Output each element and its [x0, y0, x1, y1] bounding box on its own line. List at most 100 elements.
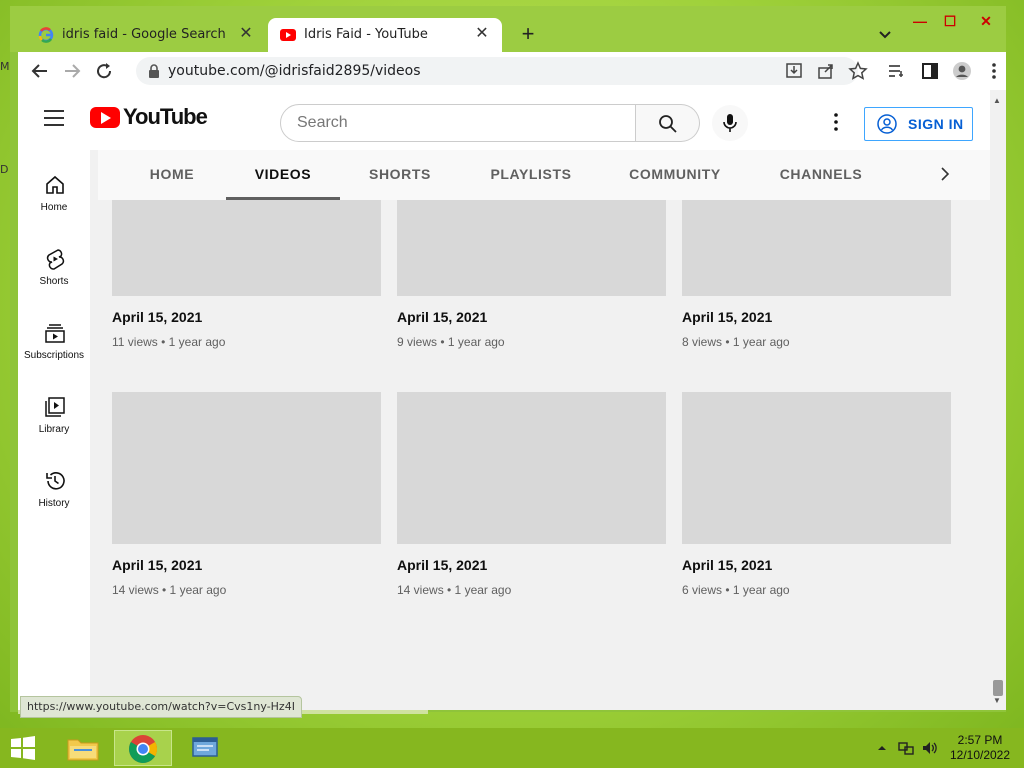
video-meta: 14 views • 1 year ago: [397, 583, 512, 597]
search-button[interactable]: [636, 104, 700, 142]
folder-icon: [67, 739, 99, 761]
tab-title: Idris Faid - YouTube: [304, 27, 428, 42]
video-thumbnail[interactable]: [112, 392, 381, 544]
video-card[interactable]: April 15, 2021 11 views • 1 year ago: [112, 200, 381, 390]
video-card[interactable]: April 15, 2021 14 views • 1 year ago: [112, 392, 381, 597]
scroll-up-arrow-icon[interactable]: ▲: [993, 96, 1001, 105]
video-card[interactable]: April 15, 2021 6 views • 1 year ago: [682, 392, 951, 597]
show-hidden-icons-icon[interactable]: [874, 740, 890, 756]
tab-title: idris faid - Google Search: [62, 27, 226, 42]
address-url: youtube.com/@idrisfaid2895/videos: [168, 63, 421, 79]
tab-google-search[interactable]: idris faid - Google Search ✕: [26, 18, 266, 52]
sign-in-label: SIGN IN: [908, 116, 964, 132]
video-thumbnail[interactable]: [682, 392, 951, 544]
tab-videos[interactable]: VIDEOS: [226, 150, 340, 200]
browser-toolbar: youtube.com/@idrisfaid2895/videos: [18, 52, 1006, 90]
voice-search-button[interactable]: [712, 105, 748, 141]
vertical-scrollbar[interactable]: ▲ ▼: [990, 90, 1006, 710]
system-clock[interactable]: 2:57 PM 12/10/2022: [940, 733, 1020, 763]
video-title[interactable]: April 15, 2021: [682, 557, 772, 573]
video-thumbnail[interactable]: [682, 200, 951, 296]
video-meta: 8 views • 1 year ago: [682, 335, 790, 349]
video-meta: 9 views • 1 year ago: [397, 335, 505, 349]
taskbar-app-window[interactable]: [176, 730, 234, 766]
youtube-header: YouTube Search SIGN IN: [18, 90, 990, 150]
tab-close-button[interactable]: ✕: [472, 24, 492, 44]
tab-community[interactable]: COMMUNITY: [610, 150, 740, 198]
video-title[interactable]: April 15, 2021: [682, 309, 772, 325]
tab-channels[interactable]: CHANNELS: [764, 150, 878, 198]
side-panel-icon[interactable]: [920, 61, 940, 81]
minimize-button[interactable]: —: [906, 10, 934, 32]
reading-list-icon[interactable]: [886, 61, 906, 81]
account-circle-icon: [877, 114, 897, 134]
search-input[interactable]: Search: [280, 104, 636, 142]
video-meta: 6 views • 1 year ago: [682, 583, 790, 597]
tab-shorts[interactable]: SHORTS: [354, 150, 446, 198]
video-title[interactable]: April 15, 2021: [112, 309, 202, 325]
video-title[interactable]: April 15, 2021: [397, 309, 487, 325]
video-title[interactable]: April 15, 2021: [397, 557, 487, 573]
more-menu-icon[interactable]: [984, 61, 1004, 81]
youtube-icon: [280, 29, 296, 41]
install-download-icon[interactable]: [784, 61, 804, 81]
address-bar[interactable]: youtube.com/@idrisfaid2895/videos: [136, 57, 858, 85]
web-page: YouTube Search SIGN IN Home Shorts Subsc…: [18, 90, 990, 710]
chrome-icon: [129, 735, 157, 763]
video-meta: 11 views • 1 year ago: [112, 335, 226, 349]
maximize-button[interactable]: ☐: [936, 10, 964, 32]
search-placeholder: Search: [297, 114, 348, 131]
volume-icon[interactable]: [921, 740, 937, 756]
app-window-icon: [192, 737, 218, 757]
tab-playlists[interactable]: PLAYLISTS: [472, 150, 590, 198]
bookmark-star-icon[interactable]: [848, 61, 868, 81]
video-thumbnail[interactable]: [397, 392, 666, 544]
video-thumbnail[interactable]: [397, 200, 666, 296]
tab-youtube[interactable]: Idris Faid - YouTube ✕: [268, 18, 502, 52]
search-icon: [659, 115, 677, 133]
clock-date: 12/10/2022: [949, 748, 1011, 762]
chevron-right-icon[interactable]: [935, 164, 955, 184]
link-status-bar: https://www.youtube.com/watch?v=Cvs1ny-H…: [20, 696, 302, 718]
video-title[interactable]: April 15, 2021: [112, 557, 202, 573]
windows-start-icon[interactable]: [10, 736, 36, 760]
profile-avatar-icon[interactable]: [952, 61, 972, 81]
close-window-button[interactable]: ✕: [972, 10, 1000, 32]
microphone-icon: [723, 114, 737, 132]
menu-icon[interactable]: [44, 110, 64, 126]
share-icon[interactable]: [816, 61, 836, 81]
video-meta: 14 views • 1 year ago: [112, 583, 227, 597]
google-icon: [38, 27, 54, 43]
desktop-edge-letter: M: [0, 60, 10, 73]
video-card[interactable]: April 15, 2021 9 views • 1 year ago: [397, 200, 666, 390]
taskbar-chrome[interactable]: [114, 730, 172, 766]
home-icon: [46, 175, 64, 194]
channel-tabs: HOME VIDEOS SHORTS PLAYLISTS COMMUNITY C…: [98, 150, 990, 200]
video-card[interactable]: April 15, 2021 14 views • 1 year ago: [397, 392, 666, 597]
scroll-down-arrow-icon[interactable]: ▼: [993, 696, 1001, 705]
lock-icon: [149, 64, 159, 78]
video-thumbnail[interactable]: [112, 200, 381, 296]
network-icon[interactable]: [898, 740, 914, 756]
settings-dots-icon[interactable]: [828, 112, 844, 132]
desktop-edge-letter: D: [0, 163, 9, 176]
youtube-logo[interactable]: YouTube: [90, 104, 208, 131]
taskbar: 2:57 PM 12/10/2022: [0, 728, 1024, 768]
new-tab-button[interactable]: +: [516, 22, 540, 46]
tab-home[interactable]: HOME: [132, 150, 212, 198]
youtube-logo-text: YouTube: [123, 104, 208, 129]
back-arrow-icon[interactable]: [28, 59, 52, 83]
tab-strip: idris faid - Google Search ✕ Idris Faid …: [10, 6, 1006, 52]
tab-close-button[interactable]: ✕: [236, 24, 256, 44]
browser-window: idris faid - Google Search ✕ Idris Faid …: [10, 6, 1006, 718]
sign-in-button[interactable]: SIGN IN: [864, 107, 973, 141]
video-card[interactable]: April 15, 2021 8 views • 1 year ago: [682, 200, 951, 390]
clock-time: 2:57 PM: [957, 733, 1003, 747]
youtube-play-icon: [90, 107, 120, 128]
taskbar-file-explorer[interactable]: [54, 730, 112, 766]
video-grid: April 15, 2021 11 views • 1 year ago Apr…: [18, 200, 990, 710]
scrollbar-thumb[interactable]: [993, 680, 1003, 696]
reload-icon[interactable]: [92, 59, 116, 83]
tab-search-chevron-icon[interactable]: [876, 26, 894, 44]
forward-arrow-icon[interactable]: [60, 59, 84, 83]
